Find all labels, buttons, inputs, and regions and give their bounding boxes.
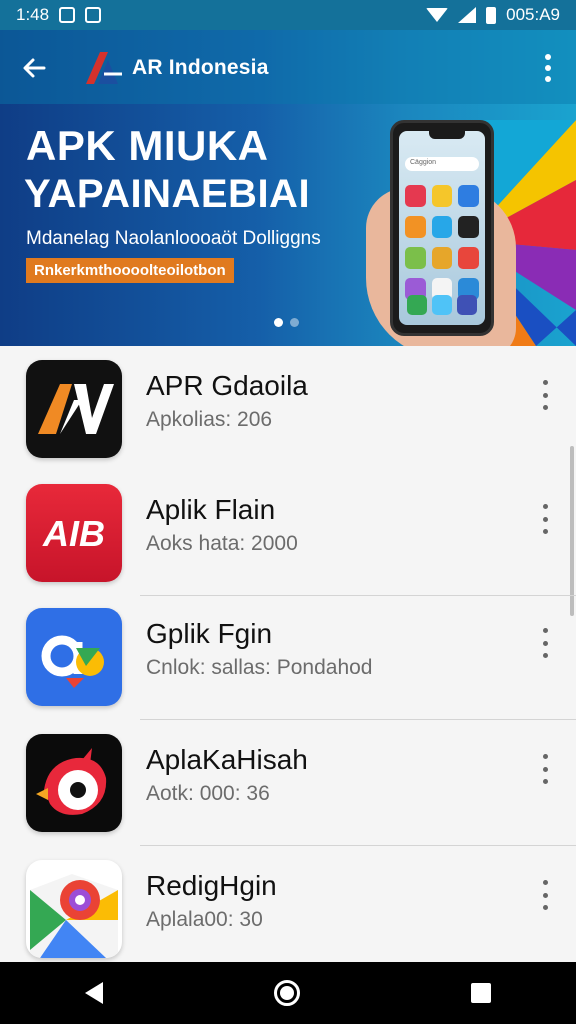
hero-banner[interactable]: AR Indonesia Cäggion APK MIUKA YAPAINAEB…: [0, 30, 576, 346]
app-meta: Aplala00: 30: [146, 908, 263, 931]
app-name: APR Gdaoila: [146, 370, 308, 401]
status-clock: 005:A9: [506, 5, 560, 24]
brand-name: AR Indonesia: [132, 56, 269, 79]
system-nav-bar: [0, 962, 576, 1024]
app-name: RedigHgin: [146, 870, 277, 901]
promo-badge[interactable]: Rnkerkmthoooolteoilotbon: [26, 258, 234, 283]
phone-illustration: Cäggion: [390, 120, 494, 336]
notification-icon: [85, 7, 102, 23]
carousel-indicator: [274, 318, 299, 327]
more-vertical-icon[interactable]: [541, 380, 549, 410]
status-bar: 1:48 005:A9: [0, 0, 576, 30]
app-list[interactable]: APR Gdaoila Apkolias: 206 AIB Aplik Flai…: [0, 346, 576, 962]
banner-headline: APK MIUKA: [26, 122, 269, 169]
brand-logo: AR Indonesia: [82, 48, 269, 88]
brand-mark-icon: [82, 48, 128, 88]
list-item[interactable]: Gplik Fgin Cnlok: sallas: Pondahod: [0, 594, 576, 720]
phone-search-bar: Cäggion: [405, 157, 479, 171]
banner-headline-secondary: YAPAINAEBIAI: [24, 172, 311, 216]
app-name: Gplik Fgin: [146, 618, 273, 649]
carousel-dot: [290, 318, 299, 327]
wifi-icon: [426, 8, 449, 22]
more-vertical-icon[interactable]: [541, 880, 549, 910]
status-time: 1:48: [16, 5, 50, 24]
app-meta: Aoks hata: 2000: [146, 532, 298, 555]
list-item[interactable]: APR Gdaoila Apkolias: 206: [0, 346, 576, 472]
app-meta: Cnlok: sallas: Pondahod: [146, 656, 373, 679]
battery-icon: [486, 6, 497, 24]
gb-logo-icon[interactable]: [26, 608, 122, 706]
av-logo-icon[interactable]: [26, 360, 122, 458]
app-meta: Aotk: 000: 36: [146, 782, 270, 805]
nav-home-icon[interactable]: [273, 980, 300, 1006]
list-item[interactable]: RedigHgin Aplala00: 30: [0, 846, 576, 962]
notification-icon: [59, 7, 76, 23]
maps-logo-icon[interactable]: [26, 860, 122, 958]
back-arrow-icon[interactable]: [20, 54, 48, 82]
nav-recent-icon[interactable]: [470, 983, 491, 1003]
list-item[interactable]: AIB Aplik Flain Aoks hata: 2000: [0, 470, 576, 596]
svg-text:AIB: AIB: [42, 513, 105, 554]
bird-logo-icon[interactable]: [26, 734, 122, 832]
app-name: Aplik Flain: [146, 494, 276, 525]
more-vertical-icon[interactable]: [541, 504, 549, 534]
app-name: AplaKaHisah: [146, 744, 308, 775]
list-item[interactable]: AplaKaHisah Aotk: 000: 36: [0, 720, 576, 846]
more-vertical-icon[interactable]: [544, 54, 552, 82]
carousel-dot-active: [274, 318, 283, 327]
more-vertical-icon[interactable]: [541, 754, 549, 784]
banner-subtitle: Mdanelag Naolanloooaöt Dolliggns: [26, 228, 321, 249]
more-vertical-icon[interactable]: [541, 628, 549, 658]
aib-logo-icon[interactable]: AIB: [26, 484, 122, 582]
nav-back-icon[interactable]: [85, 982, 104, 1004]
app-meta: Apkolias: 206: [146, 408, 273, 431]
signal-icon: [458, 7, 477, 23]
